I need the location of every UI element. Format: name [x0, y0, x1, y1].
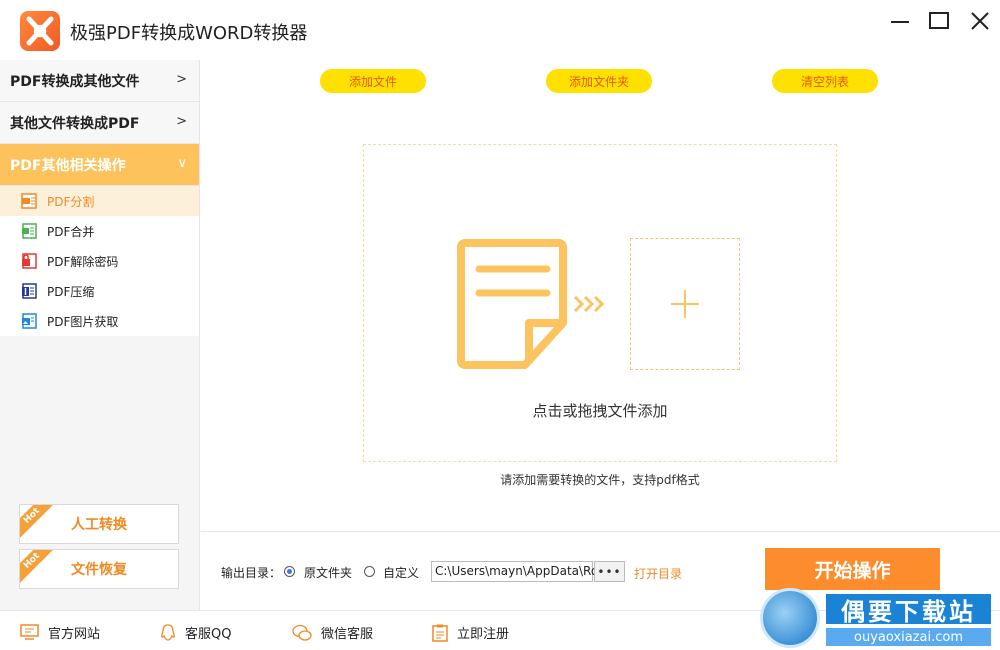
browse-button[interactable]: ••• — [594, 561, 625, 582]
sidebar-item-pdf-merge[interactable]: PDF合并 — [0, 216, 199, 246]
watermark: 偶要下载站 ouyaoxiazai.com — [760, 588, 1000, 650]
compress-icon — [22, 283, 37, 299]
sidebar-item-label: PDF压缩 — [47, 284, 95, 299]
sidebar-item-label: PDF解除密码 — [47, 254, 119, 269]
watermark-logo — [760, 588, 820, 648]
manual-convert-label: 人工转换 — [71, 517, 127, 533]
arrows-right-icon — [573, 295, 605, 313]
add-file-button[interactable]: 添加文件 — [320, 69, 426, 93]
qq-icon — [161, 623, 175, 641]
document-icon — [457, 239, 567, 369]
chevron-down-icon: ∨ — [177, 156, 187, 171]
footer-label: 客服QQ — [185, 627, 232, 642]
maximize-button[interactable] — [919, 8, 959, 34]
custom-folder-label[interactable]: 自定义 — [383, 564, 419, 581]
monitor-icon — [20, 624, 39, 640]
hot-badge: Hot — [20, 550, 56, 585]
category-label: PDF其他相关操作 — [10, 157, 126, 174]
image-extract-icon — [22, 313, 37, 329]
sidebar-item-label: PDF图片获取 — [47, 314, 119, 329]
output-dir-label: 输出目录： — [221, 566, 282, 580]
manual-convert-button[interactable]: Hot 人工转换 — [19, 504, 179, 544]
add-file-box[interactable] — [630, 238, 740, 370]
hot-badge: Hot — [20, 505, 56, 540]
minimize-button[interactable] — [880, 8, 920, 34]
app-logo-icon — [20, 11, 60, 51]
watermark-url: ouyaoxiazai.com — [826, 628, 991, 646]
qq-support-link[interactable]: 客服QQ — [160, 623, 231, 642]
toolbar: 添加文件 添加文件夹 清空列表 — [201, 60, 1000, 100]
sidebar-item-pdf-compress[interactable]: PDF压缩 — [0, 276, 199, 306]
wechat-icon — [292, 624, 312, 641]
chevron-right-icon: > — [176, 72, 187, 87]
footer-label: 微信客服 — [321, 627, 374, 642]
footer-label: 官方网站 — [48, 627, 101, 642]
register-icon — [432, 624, 448, 642]
start-button[interactable]: 开始操作 — [765, 548, 940, 590]
wechat-support-link[interactable]: 微信客服 — [292, 623, 373, 642]
footer-label: 立即注册 — [457, 627, 510, 642]
category-label: PDF转换成其他文件 — [10, 73, 140, 90]
close-button[interactable] — [960, 8, 1000, 34]
plus-icon — [671, 290, 699, 318]
drop-zone-text: 点击或拖拽文件添加 — [532, 402, 668, 420]
original-folder-label[interactable]: 原文件夹 — [304, 564, 352, 581]
unlock-icon — [22, 253, 37, 269]
category-pdf-to-other[interactable]: PDF转换成其他文件 > — [0, 60, 199, 102]
file-recovery-button[interactable]: Hot 文件恢复 — [19, 549, 179, 589]
sub-menu: PDF分割 PDF合并 PDF解除密码 PDF压缩 PDF图片获取 — [0, 186, 199, 336]
close-icon — [971, 12, 989, 30]
merge-icon — [22, 223, 37, 239]
sidebar: PDF转换成其他文件 > 其他文件转换成PDF > PDF其他相关操作 ∨ PD… — [0, 60, 200, 610]
chevron-right-icon: > — [176, 114, 187, 129]
sidebar-item-pdf-image-extract[interactable]: PDF图片获取 — [0, 306, 199, 336]
output-path-field[interactable]: C:\Users\mayn\AppData\Ro — [431, 561, 598, 582]
radio-original-folder[interactable] — [284, 566, 295, 577]
supported-format-hint: 请添加需要转换的文件，支持pdf格式 — [500, 473, 700, 487]
sidebar-item-pdf-unlock[interactable]: PDF解除密码 — [0, 246, 199, 276]
official-website-link[interactable]: 官方网站 — [20, 623, 100, 642]
watermark-text: 偶要下载站 — [826, 594, 991, 626]
split-icon — [21, 193, 37, 209]
add-folder-button[interactable]: 添加文件夹 — [546, 69, 652, 93]
register-link[interactable]: 立即注册 — [432, 623, 509, 642]
category-other-to-pdf[interactable]: 其他文件转换成PDF > — [0, 102, 199, 144]
category-pdf-other-ops[interactable]: PDF其他相关操作 ∨ — [0, 144, 199, 186]
sidebar-item-pdf-split[interactable]: PDF分割 — [0, 186, 199, 216]
file-recovery-label: 文件恢复 — [71, 562, 127, 578]
title-bar: 极强PDF转换成WORD转换器 — [0, 0, 1000, 60]
minimize-icon — [891, 21, 909, 23]
clear-list-button[interactable]: 清空列表 — [772, 69, 878, 93]
sidebar-item-label: PDF分割 — [47, 194, 95, 209]
open-directory-link[interactable]: 打开目录 — [634, 565, 682, 582]
app-title: 极强PDF转换成WORD转换器 — [70, 23, 308, 44]
sidebar-item-label: PDF合并 — [47, 224, 95, 239]
category-label: 其他文件转换成PDF — [10, 115, 140, 132]
maximize-icon — [929, 12, 949, 29]
radio-custom-folder[interactable] — [364, 566, 375, 577]
